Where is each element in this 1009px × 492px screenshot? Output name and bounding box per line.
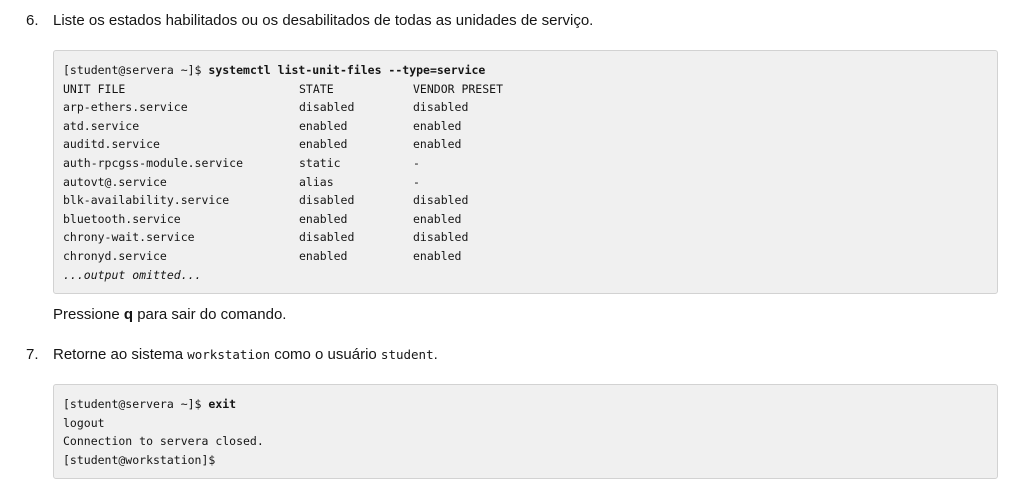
table-row: arp-ethers.service disabled disabled (63, 98, 988, 117)
table-row: atd.service enabled enabled (63, 117, 988, 136)
step-text-before: Retorne ao sistema (53, 346, 188, 363)
step-number: 6. (26, 12, 39, 29)
output-line: Connection to servera closed. (63, 434, 264, 449)
unit-file-cell: autovt@.service (63, 174, 167, 189)
vendor-preset-cell: enabled (413, 137, 462, 152)
state-cell: disabled (299, 230, 355, 245)
instruction-note: Pressione q para sair do comando. (53, 305, 286, 325)
key-q: q (123, 306, 134, 323)
step-instruction: Liste os estados habilitados ou os desab… (53, 12, 594, 29)
vendor-preset-cell: enabled (413, 248, 462, 263)
state-cell: disabled (299, 100, 355, 115)
state-cell: enabled (299, 248, 348, 263)
table-row: autovt@.service alias - (63, 173, 988, 192)
inline-code-workstation: workstation (187, 347, 271, 362)
state-cell: static (299, 155, 341, 170)
unit-file-cell: auditd.service (63, 137, 160, 152)
unit-file-cell: chrony-wait.service (63, 230, 195, 245)
output-line: [student@workstation]$ (63, 452, 216, 467)
state-cell: enabled (299, 118, 348, 133)
shell-prompt: [student@servera ~]$ (63, 63, 209, 77)
table-row: bluetooth.service enabled enabled (63, 210, 988, 229)
state-cell: enabled (299, 211, 348, 226)
step-number: 7. (26, 346, 39, 363)
unit-file-cell: arp-ethers.service (63, 100, 188, 115)
vendor-preset-cell: disabled (413, 230, 469, 245)
header-vendor-preset: VENDOR PRESET (413, 81, 504, 96)
note-text-after: para sair do comando. (133, 306, 287, 323)
table-row: auditd.service enabled enabled (63, 135, 988, 154)
unit-file-cell: auth-rpcgss-module.service (63, 155, 244, 170)
state-cell: enabled (299, 137, 348, 152)
unit-file-cell: bluetooth.service (63, 211, 181, 226)
unit-file-cell: chronyd.service (63, 248, 167, 263)
unit-file-cell: atd.service (63, 118, 140, 133)
header-state: STATE (299, 81, 334, 96)
shell-prompt: [student@servera ~]$ (63, 397, 209, 411)
state-cell: disabled (299, 193, 355, 208)
table-row: auth-rpcgss-module.service static - (63, 154, 988, 173)
command-line: [student@servera ~]$ exit (63, 395, 988, 414)
output-omitted: ...output omitted... (63, 267, 202, 282)
vendor-preset-cell: enabled (413, 211, 462, 226)
vendor-preset-cell: enabled (413, 118, 462, 133)
step-instruction: Retorne ao sistema workstation como o us… (53, 345, 438, 365)
table-row: chronyd.service enabled enabled (63, 247, 988, 266)
terminal-block-list-unit-files: [student@servera ~]$ systemctl list-unit… (53, 50, 998, 294)
step-text-middle: como o usuário (270, 346, 381, 363)
output-line: logout (63, 415, 105, 430)
unit-file-cell: blk-availability.service (63, 193, 230, 208)
terminal-block-exit: [student@servera ~]$ exit logout Connect… (53, 384, 998, 479)
note-text-before: Pressione (53, 306, 124, 323)
vendor-preset-cell: - (413, 174, 420, 189)
command-text: systemctl list-unit-files --type=service (208, 63, 486, 77)
table-row: chrony-wait.service disabled disabled (63, 228, 988, 247)
vendor-preset-cell: disabled (413, 193, 469, 208)
state-cell: alias (299, 174, 334, 189)
command-text: exit (208, 397, 237, 411)
table-row: blk-availability.service disabled disabled (63, 191, 988, 210)
table-header-row: UNIT FILE STATE VENDOR PRESET (63, 80, 988, 99)
vendor-preset-cell: disabled (413, 100, 469, 115)
vendor-preset-cell: - (413, 155, 420, 170)
command-line: [student@servera ~]$ systemctl list-unit… (63, 61, 988, 80)
header-unit-file: UNIT FILE (63, 81, 126, 96)
step-text-after: . (433, 346, 438, 363)
inline-code-student: student (380, 347, 434, 362)
